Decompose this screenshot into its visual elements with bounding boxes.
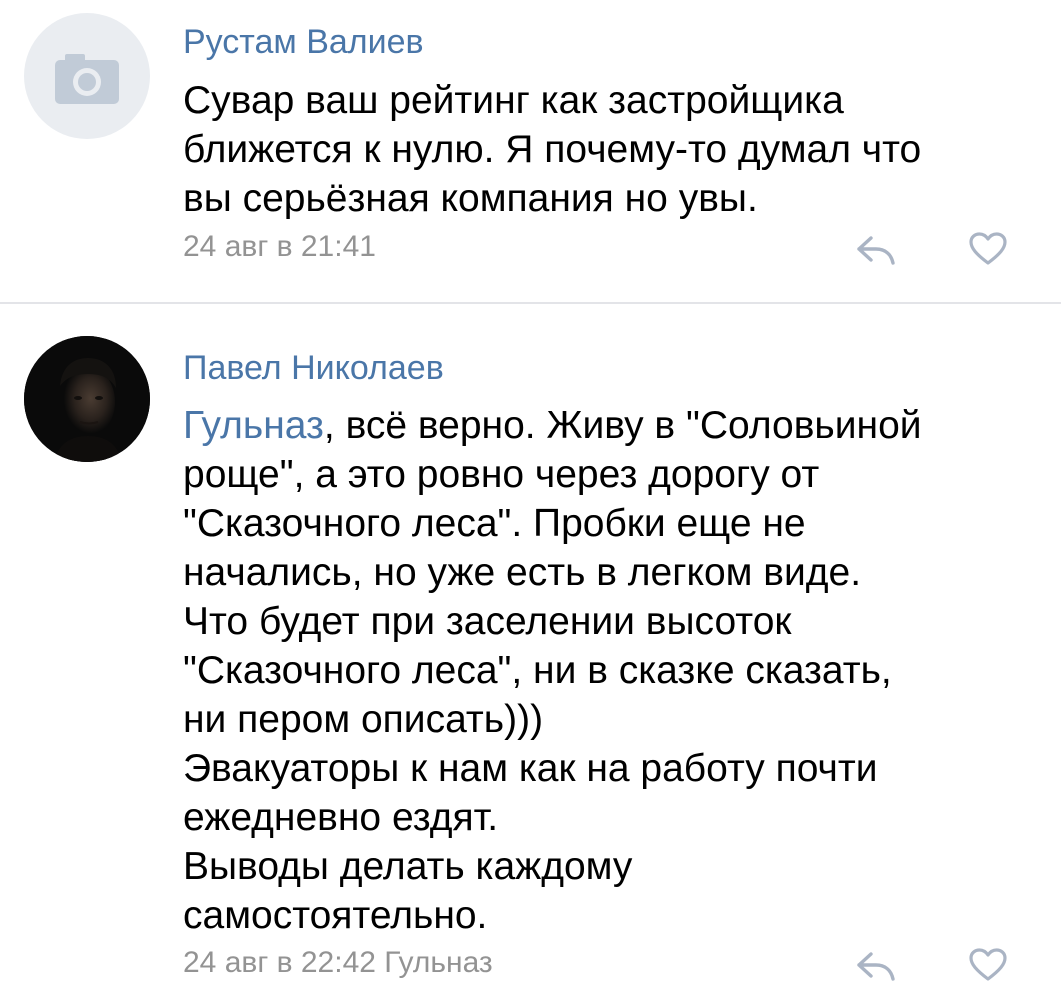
heart-icon — [969, 232, 1007, 265]
comment-date: 24 авг в 22:42 Гульназ — [183, 946, 493, 979]
camera-placeholder-icon — [55, 54, 119, 104]
reply-button[interactable] — [852, 229, 900, 269]
comment-date: 24 авг в 21:41 — [183, 230, 376, 263]
reply-icon — [857, 236, 895, 265]
reply-button[interactable] — [852, 945, 900, 985]
mention-link[interactable]: Гульназ — [183, 404, 324, 447]
avatar[interactable] — [24, 336, 150, 462]
author-name[interactable]: Рустам Валиев — [183, 22, 424, 62]
avatar[interactable] — [24, 13, 150, 139]
author-name[interactable]: Павел Николаев — [183, 348, 444, 388]
comment: Рустам Валиев Сувар ваш рейтинг как заст… — [0, 0, 1061, 302]
comment-body: , всё верно. Живу в "Соловьиной роще", а… — [183, 404, 922, 937]
like-button[interactable] — [964, 229, 1012, 269]
comment-text: Гульназ, всё верно. Живу в "Соловьиной р… — [183, 401, 1013, 940]
heart-icon — [969, 948, 1007, 981]
user-photo — [24, 336, 150, 462]
like-button[interactable] — [964, 945, 1012, 985]
comment: Павел Николаев Гульназ, всё верно. Живу … — [0, 304, 1061, 997]
comment-text: Сувар ваш рейтинг как застройщика ближет… — [183, 79, 922, 220]
reply-icon — [857, 952, 895, 981]
